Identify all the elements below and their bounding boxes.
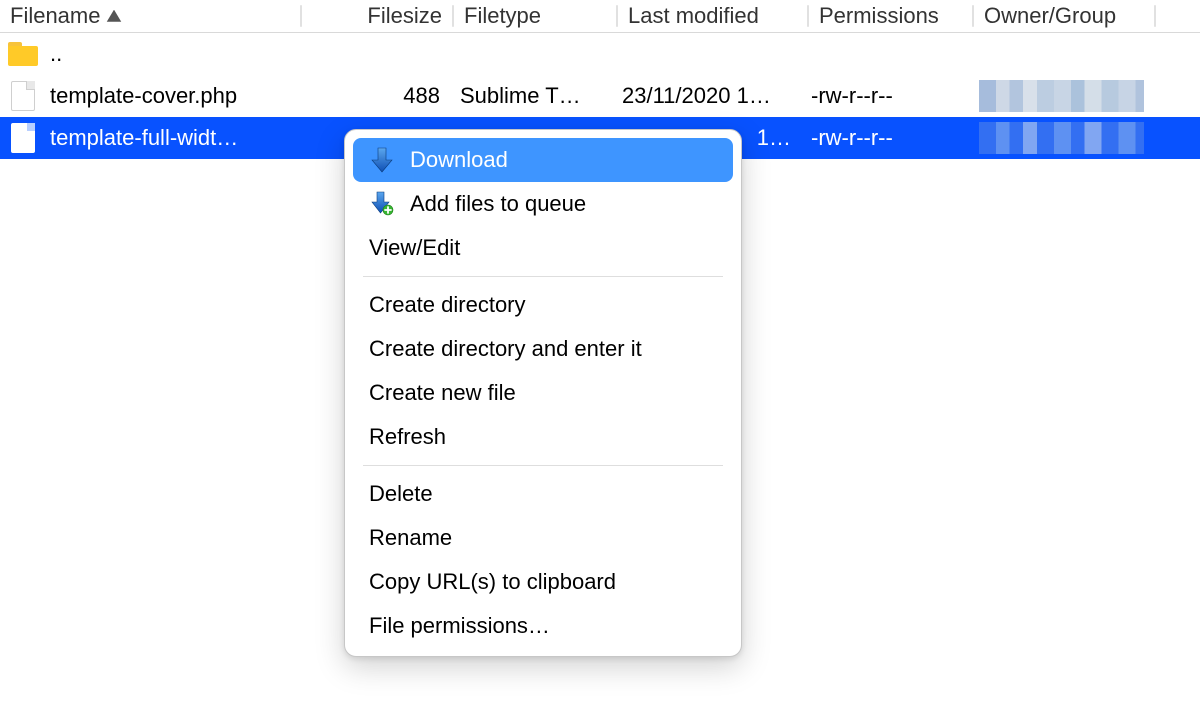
column-header-filesize-label: Filesize xyxy=(367,3,442,29)
column-separator[interactable] xyxy=(1154,5,1156,27)
menu-refresh-label: Refresh xyxy=(369,424,446,450)
folder-icon xyxy=(8,42,38,66)
column-header-filename-label: Filename xyxy=(10,3,100,29)
menu-view-edit[interactable]: View/Edit xyxy=(353,226,733,270)
download-queue-icon xyxy=(369,191,395,217)
menu-file-permissions[interactable]: File permissions… xyxy=(353,604,733,648)
redacted-owner-icon xyxy=(979,122,1144,154)
parent-directory-name: .. xyxy=(50,41,62,67)
menu-download[interactable]: Download xyxy=(353,138,733,182)
file-icon xyxy=(11,81,35,111)
redacted-owner-icon xyxy=(979,80,1144,112)
menu-separator xyxy=(363,276,723,277)
menu-create-file-label: Create new file xyxy=(369,380,516,406)
file-owner xyxy=(964,80,1144,112)
column-header-ownergroup[interactable]: Owner/Group xyxy=(974,0,1154,32)
file-size: 488 xyxy=(300,83,450,109)
menu-delete[interactable]: Delete xyxy=(353,472,733,516)
menu-add-to-queue[interactable]: Add files to queue xyxy=(353,182,733,226)
context-menu: Download Add files to queue View/Edit Cr… xyxy=(344,129,742,657)
column-header-filesize[interactable]: Filesize xyxy=(302,0,452,32)
menu-refresh[interactable]: Refresh xyxy=(353,415,733,459)
menu-download-label: Download xyxy=(410,147,508,173)
column-header-lastmodified-label: Last modified xyxy=(628,3,759,29)
file-name: template-full-widt… xyxy=(50,125,238,151)
menu-create-directory[interactable]: Create directory xyxy=(353,283,733,327)
file-permissions: -rw-r--r-- xyxy=(801,125,964,151)
menu-copy-url-label: Copy URL(s) to clipboard xyxy=(369,569,616,595)
file-row[interactable]: template-cover.php 488 Sublime T… 23/11/… xyxy=(0,75,1200,117)
column-header-filetype[interactable]: Filetype xyxy=(454,0,616,32)
menu-view-edit-label: View/Edit xyxy=(369,235,460,261)
menu-rename-label: Rename xyxy=(369,525,452,551)
menu-delete-label: Delete xyxy=(369,481,433,507)
column-header-lastmodified[interactable]: Last modified xyxy=(618,0,807,32)
download-icon xyxy=(369,147,395,173)
column-header-row: Filename Filesize Filetype Last modified… xyxy=(0,0,1200,33)
column-header-filename[interactable]: Filename xyxy=(0,0,300,32)
column-header-permissions-label: Permissions xyxy=(819,3,939,29)
file-permissions: -rw-r--r-- xyxy=(801,83,964,109)
file-type: Sublime T… xyxy=(450,83,612,109)
parent-directory-row[interactable]: .. xyxy=(0,33,1200,75)
menu-rename[interactable]: Rename xyxy=(353,516,733,560)
column-header-permissions[interactable]: Permissions xyxy=(809,0,972,32)
column-header-filetype-label: Filetype xyxy=(464,3,541,29)
sort-ascending-icon xyxy=(106,10,122,22)
menu-create-directory-enter-label: Create directory and enter it xyxy=(369,336,642,362)
file-icon xyxy=(11,123,35,153)
menu-add-to-queue-label: Add files to queue xyxy=(410,191,586,217)
menu-separator xyxy=(363,465,723,466)
file-owner xyxy=(964,122,1144,154)
menu-create-file[interactable]: Create new file xyxy=(353,371,733,415)
file-name: template-cover.php xyxy=(50,83,237,109)
menu-create-directory-enter[interactable]: Create directory and enter it xyxy=(353,327,733,371)
column-header-ownergroup-label: Owner/Group xyxy=(984,3,1116,29)
menu-file-permissions-label: File permissions… xyxy=(369,613,550,639)
file-lastmodified: 23/11/2020 1… xyxy=(612,83,801,109)
menu-create-directory-label: Create directory xyxy=(369,292,526,318)
menu-copy-url[interactable]: Copy URL(s) to clipboard xyxy=(353,560,733,604)
